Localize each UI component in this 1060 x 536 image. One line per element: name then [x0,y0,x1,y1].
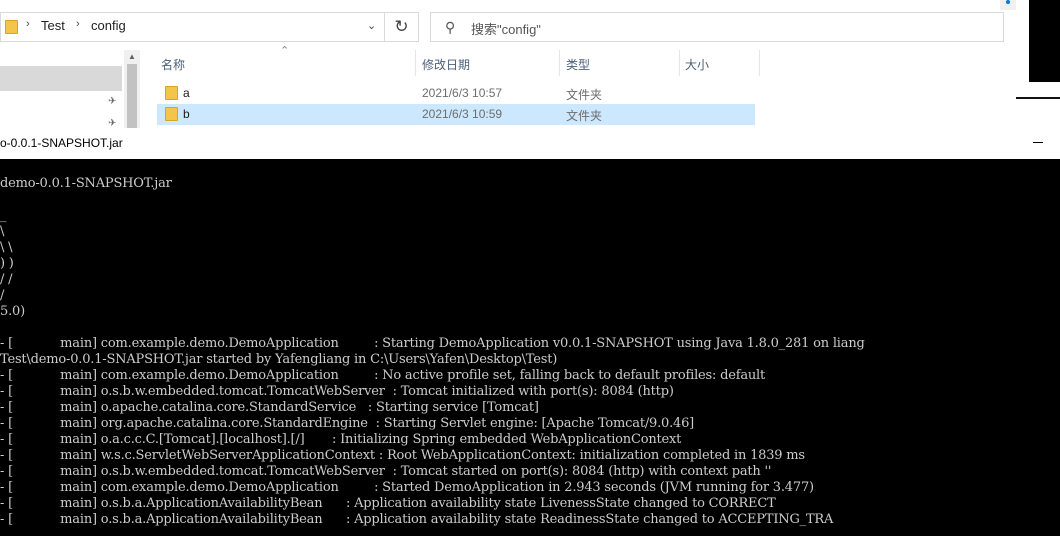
console-output[interactable]: demo-0.0.1-SNAPSHOT.jar _ \ \ \) ) / //5.0) -… [0,159,1060,536]
column-header-type[interactable]: 类型 [566,56,590,73]
console-line: - [ main] o.a.c.c.C.[Tomcat].[localhost]… [0,432,682,447]
console-line: ) ) [0,256,14,271]
file-name: b [183,107,190,121]
console-line: - [ main] w.s.c.ServletWebServerApplicat… [0,448,805,463]
folder-icon [165,107,178,121]
console-titlebar[interactable]: o-0.0.1-SNAPSHOT.jar [0,128,1060,159]
file-row-a[interactable]: a 2021/6/3 10:57 文件夹 [157,83,755,104]
refresh-button[interactable]: ↻ [385,12,419,42]
console-line: _ [0,208,7,223]
console-line: 5.0) [0,304,25,319]
search-input[interactable]: ⚲ 搜索"config" [430,12,1004,42]
console-line: - [ main] o.apache.catalina.core.Standar… [0,400,539,415]
file-type: 文件夹 [566,109,603,123]
minimize-button[interactable] [1033,134,1047,148]
column-header-name[interactable]: 名称 [161,56,185,73]
console-line: - [ main] o.s.b.w.embedded.tomcat.Tomcat… [0,384,674,399]
file-explorer-window: › Test › config ⌄ ↻ ⚲ 搜索"config" ✈ ✈ ▲ ⌃… [0,0,1016,129]
chevron-down-icon[interactable]: ⌄ [367,19,376,32]
background-window-dark [1029,0,1060,82]
search-placeholder: 搜索"config" [471,22,541,37]
column-divider[interactable] [415,50,416,76]
console-title: o-0.0.1-SNAPSHOT.jar [0,136,123,150]
breadcrumb-config[interactable]: config [91,18,126,33]
column-divider[interactable] [759,50,760,76]
file-list: ⌃ 名称 修改日期 类型 大小 a 2021/6/3 10:57 文件夹 b 2… [140,45,1016,128]
file-type: 文件夹 [566,88,603,102]
column-divider[interactable] [679,50,680,76]
console-line: / [0,288,5,303]
folder-icon [5,20,18,34]
background-window-line [1016,97,1060,99]
console-line: / / [0,272,13,287]
search-icon: ⚲ [445,19,456,35]
console-line: demo-0.0.1-SNAPSHOT.jar [0,176,172,191]
navigation-pane: ✈ ✈ [0,50,124,129]
file-modified: 2021/6/3 10:57 [422,86,503,100]
console-line: - [ main] o.s.b.w.embedded.tomcat.Tomcat… [0,464,772,479]
nav-item-selected[interactable] [0,66,122,91]
console-line: - [ main] com.example.demo.DemoApplicati… [0,368,766,383]
breadcrumb-separator[interactable]: › [26,18,30,30]
console-line: - [ main] com.example.demo.DemoApplicati… [0,480,814,495]
file-name: a [183,86,190,100]
breadcrumb-separator[interactable]: › [76,18,80,30]
window-edge [1000,0,1016,10]
folder-icon [165,86,178,100]
sort-ascending-icon: ⌃ [280,45,290,57]
address-bar[interactable]: › Test › config ⌄ [0,12,385,42]
console-line: - [ main] org.apache.catalina.core.Stand… [0,416,695,431]
nav-scrollbar[interactable]: ▲ [124,50,140,128]
scroll-thumb[interactable] [127,64,137,128]
column-header-modified[interactable]: 修改日期 [422,56,470,73]
file-row-b[interactable]: b 2021/6/3 10:59 文件夹 [157,104,755,125]
console-line: \ [0,224,5,239]
pin-icon[interactable]: ✈ [108,96,116,107]
console-line: - [ main] o.s.b.a.ApplicationAvailabilit… [0,496,776,511]
console-line: - [ main] com.example.demo.DemoApplicati… [0,336,865,351]
console-line: \ \ [0,240,13,255]
console-line: - [ main] o.s.b.a.ApplicationAvailabilit… [0,512,834,527]
scroll-up-icon[interactable]: ▲ [128,52,136,61]
console-line: Test\demo-0.0.1-SNAPSHOT.jar started by … [0,352,558,367]
file-modified: 2021/6/3 10:59 [422,107,503,121]
breadcrumb-test[interactable]: Test [41,18,65,33]
column-divider[interactable] [559,50,560,76]
column-header-size[interactable]: 大小 [685,56,709,73]
